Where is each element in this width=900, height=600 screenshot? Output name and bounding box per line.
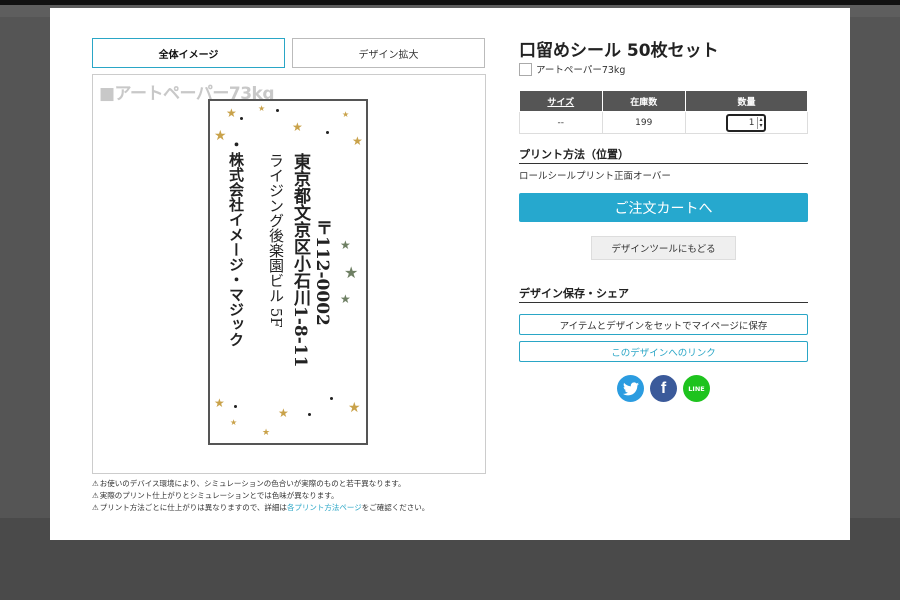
dot	[276, 109, 279, 112]
facebook-icon[interactable]: f	[650, 375, 677, 402]
header-stock: 在庫数	[601, 90, 686, 112]
paper-name: アートペーパー73kg	[536, 65, 626, 76]
header-quantity: 数量	[684, 90, 809, 112]
twitter-icon[interactable]	[617, 375, 644, 402]
cart-button[interactable]: ご注文カートへ	[519, 193, 808, 222]
design-preview-modal: 全体イメージ デザイン拡大 ■アートペーパー73kg ★ ★ ★ ★ ★ ★ ★…	[50, 8, 850, 540]
warning-icon: ⚠	[92, 479, 99, 488]
line-icon[interactable]: LINE	[683, 375, 710, 402]
arrow-down-icon: ▾	[759, 121, 763, 129]
save-to-mypage-button[interactable]: アイテムとデザインをセットでマイページに保存	[519, 314, 808, 335]
print-method-value: ロールシールプリント正面オーバー	[519, 171, 671, 182]
share-heading: デザイン保存・シェア	[519, 285, 808, 303]
tab-design-zoom[interactable]: デザイン拡大	[292, 38, 485, 68]
star-icon: ★	[344, 263, 359, 282]
paper-option: アートペーパー73kg	[519, 62, 625, 76]
star-icon: ★	[342, 110, 350, 119]
dot	[308, 413, 311, 416]
back-to-design-tool-button[interactable]: デザインツールにもどる	[591, 236, 736, 260]
stock-table: サイズ 在庫数 数量 -- 199 1 ▴ ▾	[519, 90, 809, 134]
dot	[326, 131, 329, 134]
dot	[330, 397, 333, 400]
star-icon: ★	[292, 120, 303, 134]
stepper-arrows[interactable]: ▴ ▾	[757, 116, 763, 129]
header-size[interactable]: サイズ	[519, 90, 603, 112]
star-icon: ★	[262, 428, 271, 438]
star-icon: ★	[214, 396, 225, 410]
address-line-1: 東京都文京区小石川1-8-11	[290, 153, 310, 368]
star-icon: ★	[348, 400, 361, 416]
paper-swatch	[519, 62, 532, 76]
product-title: 口留めシール 50枚セット	[519, 41, 719, 61]
note-line: ⚠お使いのデバイス環境により、シミュレーションの色合いが実際のものと若干異なりま…	[92, 479, 406, 488]
warning-icon: ⚠	[92, 491, 99, 500]
star-icon: ★	[340, 238, 351, 252]
quantity-value: 1	[748, 117, 755, 128]
warning-icon: ⚠	[92, 503, 99, 512]
note-line: ⚠プリント方法ごとに仕上がりは異なりますので、詳細は各プリント方法ページをご確認…	[92, 503, 430, 512]
star-icon: ★	[226, 106, 237, 120]
tab-full-image[interactable]: 全体イメージ	[92, 38, 285, 68]
star-icon: ★	[230, 418, 238, 427]
dot	[234, 405, 237, 408]
disclaimer-notes: ⚠お使いのデバイス環境により、シミュレーションの色合いが実際のものと若干異なりま…	[92, 478, 429, 514]
cell-size: --	[519, 111, 603, 134]
postal-code: 〒112-0002	[312, 219, 332, 326]
dot	[240, 117, 243, 120]
design-preview-canvas: ■アートペーパー73kg ★ ★ ★ ★ ★ ★ ★ ★ ★ ★ ★ ★ ★ ★…	[92, 74, 486, 474]
cell-stock: 199	[601, 111, 686, 134]
star-icon: ★	[214, 128, 227, 144]
company-name: ・株式会社イメージ・マジック	[227, 137, 245, 347]
print-method-page-link[interactable]: 各プリント方法ページ	[287, 503, 362, 512]
note-line: ⚠実際のプリント仕上がりとシミュレーションとでは色味が異なります。	[92, 491, 339, 500]
print-method-heading: プリント方法（位置）	[519, 146, 808, 164]
sticker-design: ★ ★ ★ ★ ★ ★ ★ ★ ★ ★ ★ ★ ★ ★ 〒112-0002 東京…	[208, 99, 368, 445]
address-line-2: ライジング後楽園ビル 5F	[267, 153, 285, 328]
design-link-button[interactable]: このデザインへのリンク	[519, 341, 808, 362]
star-icon: ★	[258, 104, 266, 113]
star-icon: ★	[340, 292, 351, 306]
star-icon: ★	[278, 406, 289, 420]
cell-quantity: 1 ▴ ▾	[684, 111, 809, 134]
quantity-stepper[interactable]: 1 ▴ ▾	[726, 113, 767, 132]
table-row: -- 199 1 ▴ ▾	[519, 111, 809, 134]
star-icon: ★	[352, 134, 363, 148]
